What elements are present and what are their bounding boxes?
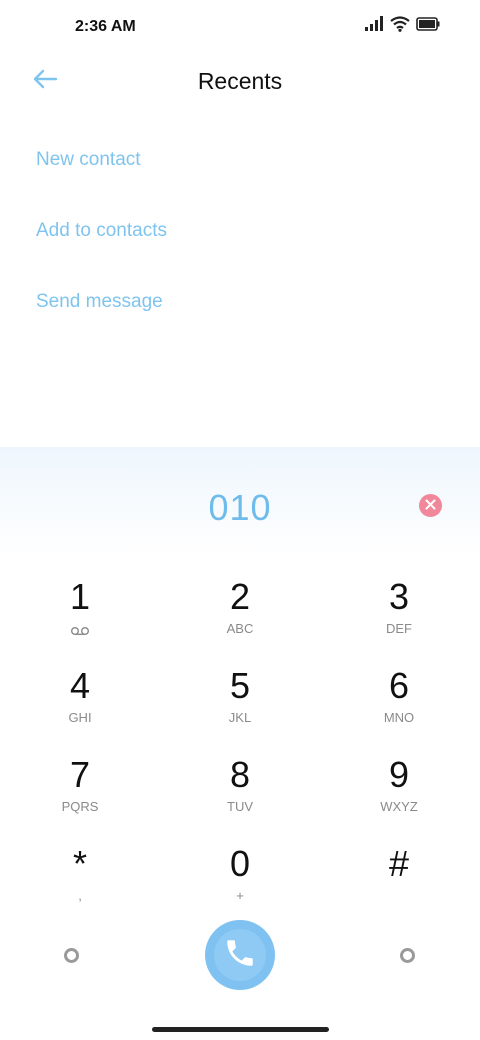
key-2[interactable]: 2 ABC — [175, 577, 305, 655]
key-digit: 9 — [388, 754, 410, 795]
sim-toggle-right[interactable] — [400, 948, 415, 963]
key-star[interactable]: * , — [15, 844, 145, 922]
add-to-contacts-link[interactable]: Add to contacts — [36, 209, 167, 280]
key-letters: MNO — [383, 710, 415, 725]
key-letters: , — [78, 888, 82, 903]
key-digit: 8 — [229, 754, 251, 795]
status-icons — [364, 16, 440, 32]
page-title: Recents — [197, 68, 283, 94]
key-digit: 7 — [69, 754, 91, 795]
key-digit: 4 — [69, 665, 91, 706]
status-bar: 2:36 AM — [0, 0, 480, 56]
clear-button[interactable] — [419, 494, 442, 517]
send-message-link[interactable]: Send message — [36, 280, 167, 351]
key-9[interactable]: 9 WXYZ — [334, 755, 464, 833]
key-digit: 5 — [229, 665, 251, 706]
key-digit: # — [388, 843, 410, 884]
sim-toggle-left[interactable] — [64, 948, 79, 963]
signal-icon — [364, 16, 384, 32]
key-letters: DEF — [386, 621, 412, 636]
key-digit: 1 — [69, 576, 91, 617]
key-7[interactable]: 7 PQRS — [15, 755, 145, 833]
call-button-inner — [214, 929, 266, 981]
key-letters: WXYZ — [380, 799, 418, 814]
key-letters: JKL — [228, 710, 252, 725]
dialer-bottom-row — [0, 920, 480, 990]
key-3[interactable]: 3 DEF — [334, 577, 464, 655]
header: Recents — [0, 56, 480, 108]
voicemail-icon — [71, 623, 89, 641]
key-digit: 6 — [388, 665, 410, 706]
dialed-number: 010 — [208, 487, 272, 528]
key-digit: 3 — [388, 576, 410, 617]
key-8[interactable]: 8 TUV — [175, 755, 305, 833]
key-digit: * — [72, 843, 87, 884]
battery-icon — [416, 16, 440, 32]
key-1[interactable]: 1 — [15, 577, 145, 655]
key-letters: TUV — [227, 799, 253, 814]
phone-icon — [223, 936, 257, 975]
wifi-icon — [390, 16, 410, 32]
call-button[interactable] — [205, 920, 275, 990]
key-letters: PQRS — [61, 799, 99, 814]
action-list: New contact Add to contacts Send message — [36, 138, 167, 351]
key-letters: GHI — [68, 710, 92, 725]
key-letters: ABC — [226, 621, 254, 636]
key-digit: 0 — [229, 843, 251, 884]
home-indicator[interactable] — [152, 1027, 329, 1032]
key-6[interactable]: 6 MNO — [334, 666, 464, 744]
status-time: 2:36 AM — [75, 18, 136, 35]
close-icon — [425, 497, 436, 515]
key-letters — [334, 888, 464, 904]
new-contact-link[interactable]: New contact — [36, 138, 167, 209]
dial-panel: 010 1 2 ABC 3 DEF 4 GHI 5 JKL 6 MNO 7 PQ… — [0, 447, 480, 1040]
key-5[interactable]: 5 JKL — [175, 666, 305, 744]
key-4[interactable]: 4 GHI — [15, 666, 145, 744]
key-letters: + — [236, 888, 244, 903]
key-hash[interactable]: # — [334, 844, 464, 922]
key-digit: 2 — [229, 576, 251, 617]
key-0[interactable]: 0 + — [175, 844, 305, 922]
